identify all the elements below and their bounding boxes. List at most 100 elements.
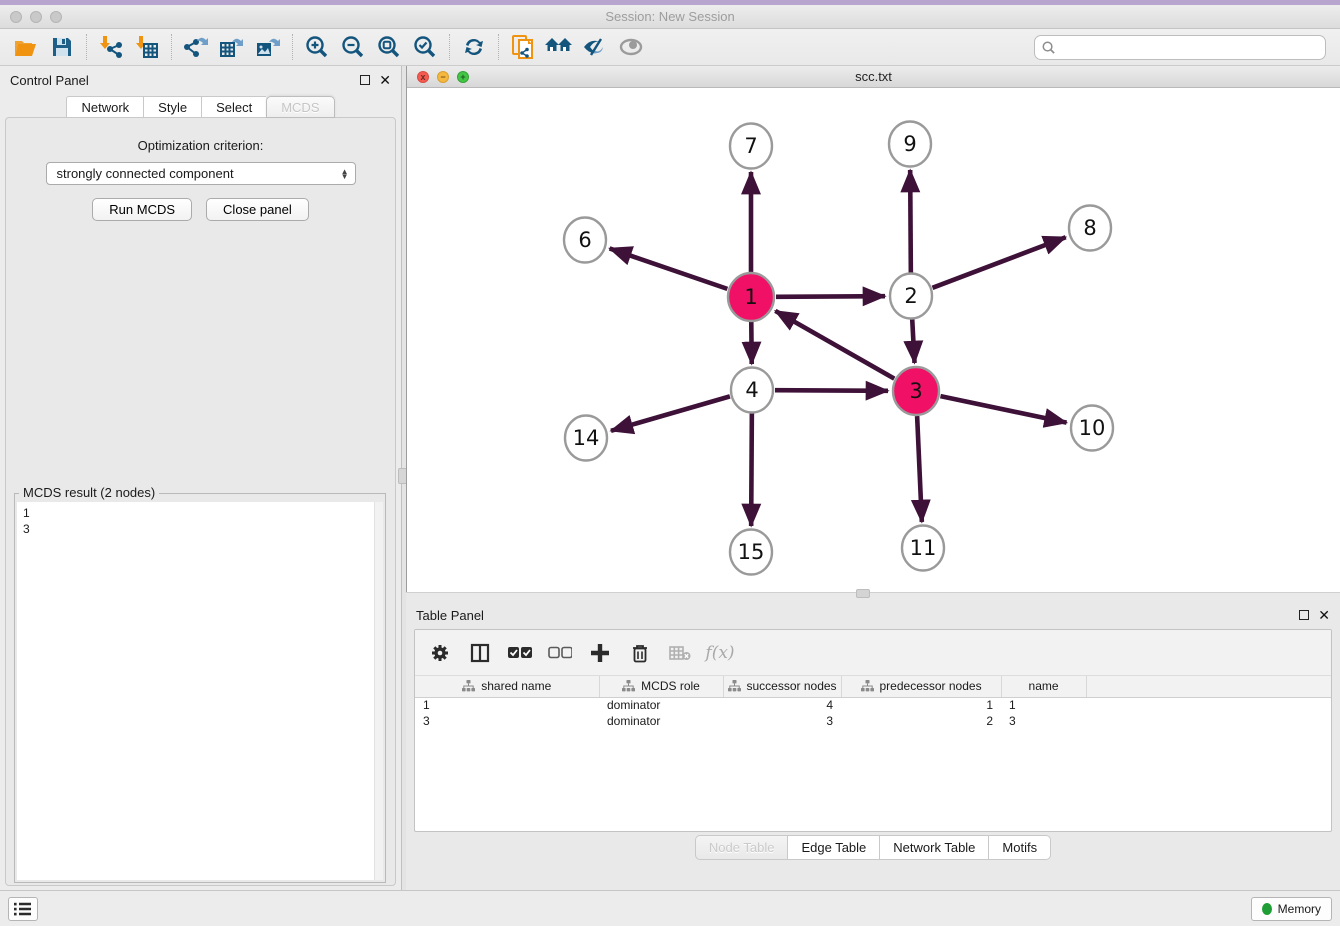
- home-layout-button[interactable]: [541, 32, 577, 62]
- column-header-name[interactable]: name: [1001, 676, 1086, 697]
- hide-panel-button[interactable]: [577, 32, 613, 62]
- float-panel-icon[interactable]: [360, 75, 370, 85]
- edge-1-2[interactable]: [776, 296, 885, 297]
- graph-node-6[interactable]: 6: [564, 218, 606, 263]
- clone-network-button[interactable]: [505, 32, 541, 62]
- graph-node-3[interactable]: 3: [893, 367, 939, 415]
- graph-node-9[interactable]: 9: [889, 122, 931, 167]
- table-tabs: Node TableEdge TableNetwork TableMotifs: [406, 835, 1340, 860]
- tab-select[interactable]: Select: [201, 96, 266, 118]
- zoom-selected-button[interactable]: [407, 32, 443, 62]
- graph-node-8[interactable]: 8: [1069, 206, 1111, 251]
- tab-style[interactable]: Style: [143, 96, 201, 118]
- table-row[interactable]: 3dominator323: [415, 713, 1331, 729]
- tab-network[interactable]: Network: [66, 96, 143, 118]
- network-canvas[interactable]: 1 2 3 4 6 7 8 9 10 11 14 15: [407, 88, 1340, 592]
- svg-text:15: 15: [738, 540, 765, 564]
- edge-4-3[interactable]: [775, 390, 888, 391]
- column-header-predecessor-nodes[interactable]: predecessor nodes: [841, 676, 1001, 697]
- graph-node-1[interactable]: 1: [728, 273, 774, 321]
- close-panel-icon[interactable]: ✕: [379, 75, 391, 85]
- export-image-button[interactable]: [250, 32, 286, 62]
- edge-2-8[interactable]: [933, 237, 1066, 288]
- table-row[interactable]: 1dominator411: [415, 697, 1331, 713]
- column-header-MCDS-role[interactable]: MCDS role: [599, 676, 723, 697]
- edge-3-1[interactable]: [775, 311, 894, 379]
- open-session-button[interactable]: [8, 32, 44, 62]
- zoom-out-button[interactable]: [335, 32, 371, 62]
- show-eye-button[interactable]: [613, 32, 649, 62]
- edge-1-6[interactable]: [610, 248, 728, 288]
- svg-text:11: 11: [910, 536, 937, 560]
- toggle-column-panel-button[interactable]: [467, 640, 493, 666]
- tab-motifs[interactable]: Motifs: [988, 835, 1051, 860]
- edge-3-11[interactable]: [917, 416, 922, 522]
- edge-2-9[interactable]: [910, 170, 911, 273]
- export-table-button[interactable]: [214, 32, 250, 62]
- table-cell[interactable]: 2: [841, 713, 1001, 729]
- tab-network-table[interactable]: Network Table: [879, 835, 988, 860]
- table-cell[interactable]: 1: [841, 697, 1001, 713]
- tab-node-table[interactable]: Node Table: [695, 835, 788, 860]
- edge-4-15[interactable]: [751, 413, 752, 526]
- graph-node-15[interactable]: 15: [730, 530, 772, 575]
- zoom-window-button[interactable]: [50, 11, 62, 23]
- delete-column-button[interactable]: [627, 640, 653, 666]
- deselect-all-columns-button[interactable]: [547, 640, 573, 666]
- toolbar-separator: [498, 34, 499, 60]
- table-cell[interactable]: dominator: [599, 697, 723, 713]
- mcds-result-textarea[interactable]: 1 3: [17, 502, 383, 880]
- criterion-dropdown[interactable]: strongly connected component ▲▼: [46, 162, 356, 185]
- table-cell[interactable]: 1: [415, 697, 599, 713]
- zoom-selected-icon: [413, 35, 437, 59]
- import-table-button[interactable]: [129, 32, 165, 62]
- task-history-button[interactable]: [8, 897, 38, 921]
- refresh-button[interactable]: [456, 32, 492, 62]
- column-header-shared-name[interactable]: shared name: [415, 676, 599, 697]
- table-cell[interactable]: 1: [1001, 697, 1086, 713]
- close-panel-button[interactable]: Close panel: [206, 198, 309, 221]
- import-network-button[interactable]: [93, 32, 129, 62]
- horizontal-splitter[interactable]: [406, 592, 1340, 602]
- tab-edge-table[interactable]: Edge Table: [787, 835, 879, 860]
- result-scrollbar[interactable]: [374, 502, 383, 880]
- graph-node-4[interactable]: 4: [731, 368, 773, 413]
- graph-node-7[interactable]: 7: [730, 124, 772, 169]
- edge-4-14[interactable]: [611, 396, 730, 430]
- control-panel: Control Panel ✕ NetworkStyleSelectMCDS O…: [0, 66, 402, 890]
- minimize-window-button[interactable]: [30, 11, 42, 23]
- zoom-in-button[interactable]: [299, 32, 335, 62]
- edge-3-10[interactable]: [940, 396, 1066, 423]
- save-session-button[interactable]: [44, 32, 80, 62]
- column-header-successor-nodes[interactable]: successor nodes: [723, 676, 841, 697]
- graph-node-2[interactable]: 2: [890, 274, 932, 319]
- close-window-button[interactable]: [10, 11, 22, 23]
- graph-node-14[interactable]: 14: [565, 416, 607, 461]
- table-cell[interactable]: 3: [1001, 713, 1086, 729]
- table-cell[interactable]: 4: [723, 697, 841, 713]
- table-cell[interactable]: dominator: [599, 713, 723, 729]
- network-graph[interactable]: 1 2 3 4 6 7 8 9 10 11 14 15: [407, 88, 1339, 592]
- run-mcds-button[interactable]: Run MCDS: [92, 198, 192, 221]
- search-input[interactable]: [1056, 40, 1319, 54]
- svg-text:10: 10: [1079, 416, 1106, 440]
- checked-boxes-icon: [508, 646, 532, 660]
- close-panel-icon[interactable]: ✕: [1318, 610, 1330, 620]
- graph-node-11[interactable]: 11: [902, 526, 944, 571]
- table-settings-button[interactable]: [427, 640, 453, 666]
- splitter-grip[interactable]: [856, 589, 870, 598]
- create-column-button[interactable]: [587, 640, 613, 666]
- delete-table-button-disabled: [667, 640, 693, 666]
- tab-mcds[interactable]: MCDS: [266, 96, 334, 118]
- memory-button[interactable]: Memory: [1251, 897, 1332, 921]
- table-cell[interactable]: 3: [723, 713, 841, 729]
- graph-node-10[interactable]: 10: [1071, 406, 1113, 451]
- toolbar-search[interactable]: [1034, 35, 1326, 60]
- table-cell[interactable]: 3: [415, 713, 599, 729]
- zoom-fit-button[interactable]: [371, 32, 407, 62]
- export-network-button[interactable]: [178, 32, 214, 62]
- float-panel-icon[interactable]: [1299, 610, 1309, 620]
- edge-2-3[interactable]: [912, 319, 914, 363]
- eye-slash-icon: [582, 36, 608, 58]
- select-all-columns-button[interactable]: [507, 640, 533, 666]
